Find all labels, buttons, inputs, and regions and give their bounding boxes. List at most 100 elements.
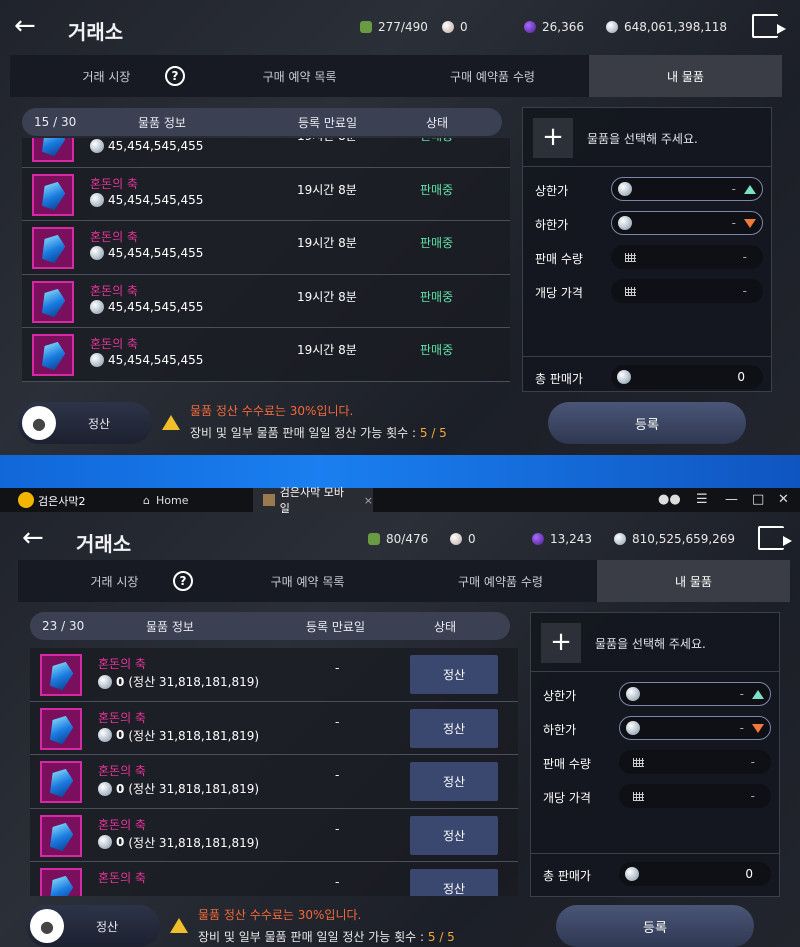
triangle-up-icon[interactable] [752, 689, 764, 699]
item-price: 45,454,545,455 [90, 192, 203, 207]
quantity-value: - [750, 755, 755, 769]
tab-reservation-list[interactable]: 구매 예약 목록 [211, 560, 404, 602]
settle-amount-note: (정산 31,818,181,819) [128, 782, 260, 796]
total-price-label: 총 판매가 [543, 869, 591, 883]
upper-limit-field[interactable]: - [619, 682, 771, 706]
close-tab-icon[interactable]: × [364, 494, 373, 507]
silver-coin-icon [626, 687, 640, 701]
tab-market[interactable]: 거래 시장? [18, 560, 211, 602]
table-row[interactable]: 혼돈의 축45,454,545,45519시간 8분판매중 [22, 221, 510, 275]
settle-button[interactable]: ● 정산 [18, 402, 152, 444]
item-expiry: 19시간 8분 [297, 138, 357, 144]
silver-coin-icon [90, 139, 104, 153]
tab-reservation-receive[interactable]: 구매 예약품 수령 [396, 55, 589, 97]
lower-limit-label: 하한가 [535, 218, 569, 232]
warning-icon [162, 415, 180, 430]
help-icon[interactable]: ? [173, 571, 193, 591]
item-price: 0 (정산 31,818,181,819) [98, 780, 259, 797]
tab-market[interactable]: 거래 시장? [10, 55, 203, 97]
row-settle-button[interactable]: 정산 [410, 655, 498, 694]
gamepad-icon[interactable]: ●● [658, 492, 681, 507]
item-price: 0 (정산 31,818,181,819) [98, 727, 259, 744]
table-row[interactable]: 혼돈의 축 0 (정산 31,818,181,819) - 정산 [30, 701, 518, 755]
settle-button[interactable]: ● 정산 [26, 905, 160, 947]
upper-limit-value: - [731, 182, 736, 196]
silver-icon [606, 21, 618, 33]
total-price-value: 0 [737, 370, 745, 384]
purple-gem-counter: 26,366 [524, 17, 584, 37]
menu-icon[interactable]: ☰ [696, 492, 708, 507]
select-item-message: 물품을 선택해 주세요. [595, 637, 706, 651]
quantity-field[interactable]: - [611, 245, 763, 269]
lower-limit-field[interactable]: - [611, 211, 763, 235]
lower-limit-field[interactable]: - [619, 716, 771, 740]
exit-icon[interactable] [752, 14, 786, 38]
item-price: 45,454,545,455 [90, 353, 203, 367]
table-row[interactable]: 혼돈의 축 0 (정산 31,818,181,819) - 정산 [30, 808, 518, 862]
item-name: 혼돈의 축 [98, 817, 146, 832]
total-price-label: 총 판매가 [535, 372, 583, 386]
row-settle-button[interactable]: 정산 [410, 708, 498, 748]
quantity-field[interactable]: - [619, 750, 771, 774]
item-expiry: 19시간 8분 [297, 343, 357, 357]
item-list[interactable]: 혼돈의 축 0 (정산 31,818,181,819) - 정산 혼돈의 축 0 (정산 31… [30, 648, 518, 896]
add-item-icon[interactable]: + [541, 623, 581, 663]
upper-limit-field[interactable]: - [611, 177, 763, 201]
tab-reservation-list[interactable]: 구매 예약 목록 [203, 55, 396, 97]
back-arrow-icon[interactable]: ← [14, 13, 46, 39]
pearl-icon [442, 21, 454, 33]
table-row[interactable]: 혼돈의 축 0 (정산 31,818,181,819) - 정산 [30, 648, 518, 702]
silver-coin-icon [617, 370, 631, 384]
table-row[interactable]: 혼돈의 축 - 정산 [30, 862, 518, 896]
close-window-icon[interactable]: ✕ [778, 492, 789, 507]
silver-coin-icon [98, 781, 112, 796]
table-row[interactable]: 혼돈의 축45,454,545,45519시간 8분판매중 [22, 138, 510, 168]
daily-settle-count: 장비 및 일부 물품 판매 일일 정산 가능 횟수 : 5 / 5 [198, 926, 455, 947]
exit-icon[interactable] [758, 526, 792, 550]
unit-price-field[interactable]: - [611, 279, 763, 303]
item-expiry: 19시간 8분 [297, 289, 357, 304]
daily-settle-text: 장비 및 일부 물품 판매 일일 정산 가능 횟수 : [190, 426, 420, 440]
maximize-icon[interactable]: □ [752, 492, 764, 507]
silver-coin-icon [90, 299, 104, 314]
triangle-down-icon[interactable] [752, 723, 764, 733]
home-tab[interactable]: ⌂ Home [135, 488, 245, 512]
table-row[interactable]: 혼돈의 축45,454,545,45519시간 8분판매중 [22, 274, 510, 328]
item-thumbnail [40, 654, 82, 696]
purple-gem-icon [524, 21, 536, 33]
register-button[interactable]: 등록 [548, 402, 746, 444]
item-list[interactable]: 혼돈의 축45,454,545,45519시간 8분판매중혼돈의 축45,454… [22, 138, 510, 390]
item-name: 혼돈의 축 [98, 657, 146, 671]
tab-label: 거래 시장 [82, 69, 131, 84]
help-icon[interactable]: ? [165, 66, 185, 86]
lower-limit-value: - [731, 216, 736, 230]
row-settle-button[interactable]: 정산 [410, 815, 498, 855]
tab-reservation-receive[interactable]: 구매 예약품 수령 [404, 560, 597, 602]
unit-price-label: 개당 가격 [535, 286, 583, 300]
app-name: 검은사막2 [38, 495, 86, 508]
unit-price-field[interactable]: - [619, 784, 771, 808]
add-item-icon[interactable]: + [533, 118, 573, 158]
item-status: 판매중 [420, 138, 453, 144]
silver-coin-icon [625, 867, 639, 881]
table-row[interactable]: 혼돈의 축 0 (정산 31,818,181,819) - 정산 [30, 755, 518, 809]
minimize-icon[interactable]: — [725, 492, 738, 507]
item-price-value: 0 [116, 835, 125, 849]
game-tab[interactable]: 검은사막 모바일 × [253, 486, 373, 515]
tab-my-items[interactable]: 내 물품 [589, 55, 782, 97]
table-row[interactable]: 혼돈의 축45,454,545,45519시간 8분판매중 [22, 328, 510, 382]
table-row[interactable]: 혼돈의 축45,454,545,45519시간 8분판매중 [22, 167, 510, 221]
row-settle-button[interactable]: 정산 [410, 869, 498, 896]
register-button[interactable]: 등록 [556, 905, 754, 947]
total-price-field: 0 [611, 365, 763, 389]
triangle-up-icon[interactable] [744, 184, 756, 194]
item-status: 판매중 [420, 182, 454, 197]
triangle-down-icon[interactable] [744, 218, 756, 228]
exchange-screen-1: ← 거래소 277/490 0 26,366 648,061,398,118 거… [0, 0, 800, 455]
pearl-counter: 0 [442, 17, 468, 37]
item-price-value: 0 [116, 781, 125, 796]
row-settle-button[interactable]: 정산 [410, 762, 498, 801]
tab-my-items[interactable]: 내 물품 [597, 560, 790, 602]
back-arrow-icon[interactable]: ← [22, 525, 54, 551]
settle-amount-note: (정산 31,818,181,819) [128, 675, 260, 689]
